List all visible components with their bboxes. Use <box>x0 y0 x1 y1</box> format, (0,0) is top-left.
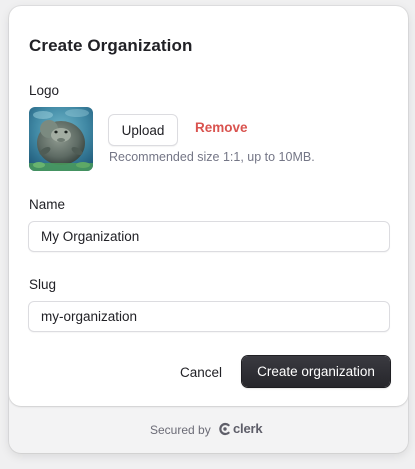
remove-logo-button[interactable]: Remove <box>195 120 248 135</box>
cancel-button[interactable]: Cancel <box>175 357 227 387</box>
organization-name-input[interactable] <box>28 221 390 252</box>
create-organization-button[interactable]: Create organization <box>242 356 390 387</box>
dialog-title: Create Organization <box>29 36 193 55</box>
logo-size-hint: Recommended size 1:1, up to 10MB. <box>109 150 315 164</box>
secured-by-label: Secured by <box>150 423 211 437</box>
upload-logo-button[interactable]: Upload <box>108 114 178 146</box>
clerk-logo-icon <box>218 422 232 436</box>
slug-label: Slug <box>29 277 57 292</box>
name-label: Name <box>29 197 66 212</box>
clerk-brand-name: clerk <box>233 421 263 436</box>
logo-label: Logo <box>29 83 60 98</box>
organization-slug-input[interactable] <box>28 301 390 332</box>
card-body: Create Organization Logo Upload Remove R… <box>9 6 408 406</box>
organization-logo-image <box>29 107 93 171</box>
create-organization-card: Create Organization Logo Upload Remove R… <box>9 6 408 453</box>
card-footer: Secured by clerk <box>9 406 408 453</box>
